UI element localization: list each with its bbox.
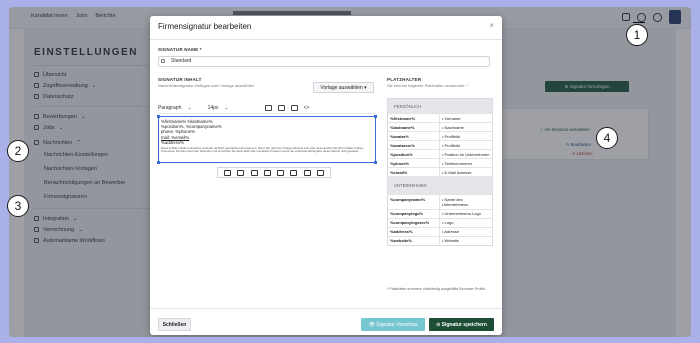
table-row: %firstname% • Vorname (388, 113, 492, 122)
table-properties-icon[interactable] (224, 169, 232, 176)
row-delete-icon[interactable] (277, 169, 285, 176)
placeholder-table: PERSÖNLICH %firstname% • Vorname %lastnam… (387, 98, 493, 246)
chevron-down-icon: ⌄ (187, 105, 192, 111)
close-button[interactable]: Schließen (158, 318, 191, 331)
select-template-button[interactable]: Vorlage auswählen ▾ (313, 82, 374, 93)
placeholder-desc: • Website (442, 238, 459, 243)
dialog-title: Firmensignatur bearbeiten (158, 22, 252, 31)
col-delete-icon[interactable] (316, 169, 324, 176)
format-select[interactable]: Paragraph (158, 105, 181, 111)
table-row: %companylogosrc% • Logo (388, 217, 492, 227)
name-label: SIGNATUR NAME * (158, 47, 202, 52)
divider (150, 39, 502, 40)
edit-signature-dialog: Firmensignatur bearbeiten × SIGNATUR NAM… (150, 16, 502, 335)
group-header: UNTERNEHMEN (388, 176, 492, 194)
callout-4: 4 (596, 127, 618, 149)
table-row: %avatarsrc% • Profilbild (388, 140, 492, 149)
link-icon[interactable] (264, 105, 272, 111)
placeholder-key: %email% (388, 168, 440, 176)
table-row: %position% • Position im Unternehmen (388, 149, 492, 158)
close-icon[interactable]: × (489, 21, 494, 30)
col-after-icon[interactable] (303, 169, 311, 176)
callout-1: 1 (626, 24, 648, 46)
placeholder-desc: • Nachname (442, 124, 464, 130)
resize-handle[interactable] (157, 161, 160, 164)
row-before-icon[interactable] (250, 169, 258, 176)
placeholder-desc: • Adresse (442, 229, 459, 234)
placeholder-key: %position% (388, 150, 440, 158)
signature-editor[interactable]: %firstname% %lastname% %position%, %comp… (158, 116, 376, 163)
editor-line: %address% (161, 139, 184, 145)
row-insert-icon[interactable] (237, 169, 245, 176)
group-header: PERSÖNLICH (388, 99, 492, 113)
content-label: SIGNATUR INHALT (158, 77, 202, 82)
placeholder-key: %companylogosrc% (388, 218, 440, 227)
preview-button[interactable]: 👁 Signatur-Vorschau (361, 318, 425, 331)
resize-handle[interactable] (374, 161, 377, 164)
placeholder-key: %avatarsrc% (388, 141, 440, 149)
table-row: %companylogo% • Unternehmens-Logo (388, 208, 492, 218)
table-tools-toolbar (217, 167, 331, 178)
editor-toolbar: Paragraph ⌄ 14px ⌄ <> (158, 103, 376, 114)
placeholder-key: %address% (388, 227, 440, 236)
table-row: %companyname% • Name des Unternehmens (388, 194, 492, 209)
resize-handle[interactable] (374, 115, 377, 118)
font-size-select[interactable]: 14px (208, 105, 219, 111)
placeholder-desc: • Logo (442, 220, 454, 225)
callout-3: 3 (7, 195, 29, 217)
table-row: %email% • E-Mail Adresse (388, 167, 492, 176)
table-row: %address% • Adresse (388, 226, 492, 236)
signature-name-input[interactable]: Standard (158, 56, 490, 67)
placeholder-desc: • Unternehmens-Logo (442, 211, 481, 216)
placeholder-key: %avatar% (388, 132, 440, 140)
save-button[interactable]: ⊙ Signatur speichern (429, 318, 494, 331)
tag-icon (161, 59, 165, 63)
table-row: %website% • Website (388, 235, 492, 245)
placeholder-desc: • E-Mail Adresse (442, 169, 472, 175)
callout-2: 2 (7, 140, 29, 162)
placeholder-desc: • Profilbild (442, 133, 460, 139)
placeholder-key: %phone% (388, 159, 440, 167)
callout-underline (633, 22, 645, 24)
placeholder-key: %companyname% (388, 195, 440, 209)
col-before-icon[interactable] (290, 169, 298, 176)
placeholder-hint: Sie können folgende Platzhalter verwende… (387, 83, 468, 88)
placeholder-desc: • Position im Unternehmen (442, 151, 490, 157)
row-after-icon[interactable] (263, 169, 271, 176)
resize-handle[interactable] (157, 115, 160, 118)
placeholder-key: %firstname% (388, 114, 440, 122)
table-row: %lastname% • Nachname (388, 122, 492, 131)
placeholder-footnote: * Platzhalter erfordern vollständig ausg… (387, 287, 487, 291)
image-icon[interactable] (277, 105, 285, 111)
content-hint: Nachrichtensignatur einfügen oder Vorlag… (158, 83, 255, 88)
code-icon[interactable]: <> (304, 105, 310, 111)
table-row: %phone% • Telefonnummer (388, 158, 492, 167)
app-frame: Kandidat:innen Jobs Berichte EINSTELLUNG… (9, 7, 691, 337)
placeholder-key: %companylogo% (388, 209, 440, 218)
placeholder-key: %lastname% (388, 123, 440, 131)
placeholder-desc: • Profilbild (442, 142, 460, 148)
chevron-down-icon: ⌄ (224, 105, 229, 111)
placeholder-desc: • Telefonnummer (442, 160, 473, 166)
editor-disclaimer: Diese E-Mail enthält vertrauliche und/od… (161, 146, 364, 154)
placeholder-label: PLATZHALTER (387, 77, 422, 82)
table-row: %avatar% • Profilbild (388, 131, 492, 140)
table-icon[interactable] (290, 105, 298, 111)
placeholder-desc: • Name des Unternehmens (442, 196, 469, 207)
divider (150, 308, 502, 309)
placeholder-desc: • Vorname (442, 115, 461, 121)
placeholder-key: %website% (388, 236, 440, 245)
